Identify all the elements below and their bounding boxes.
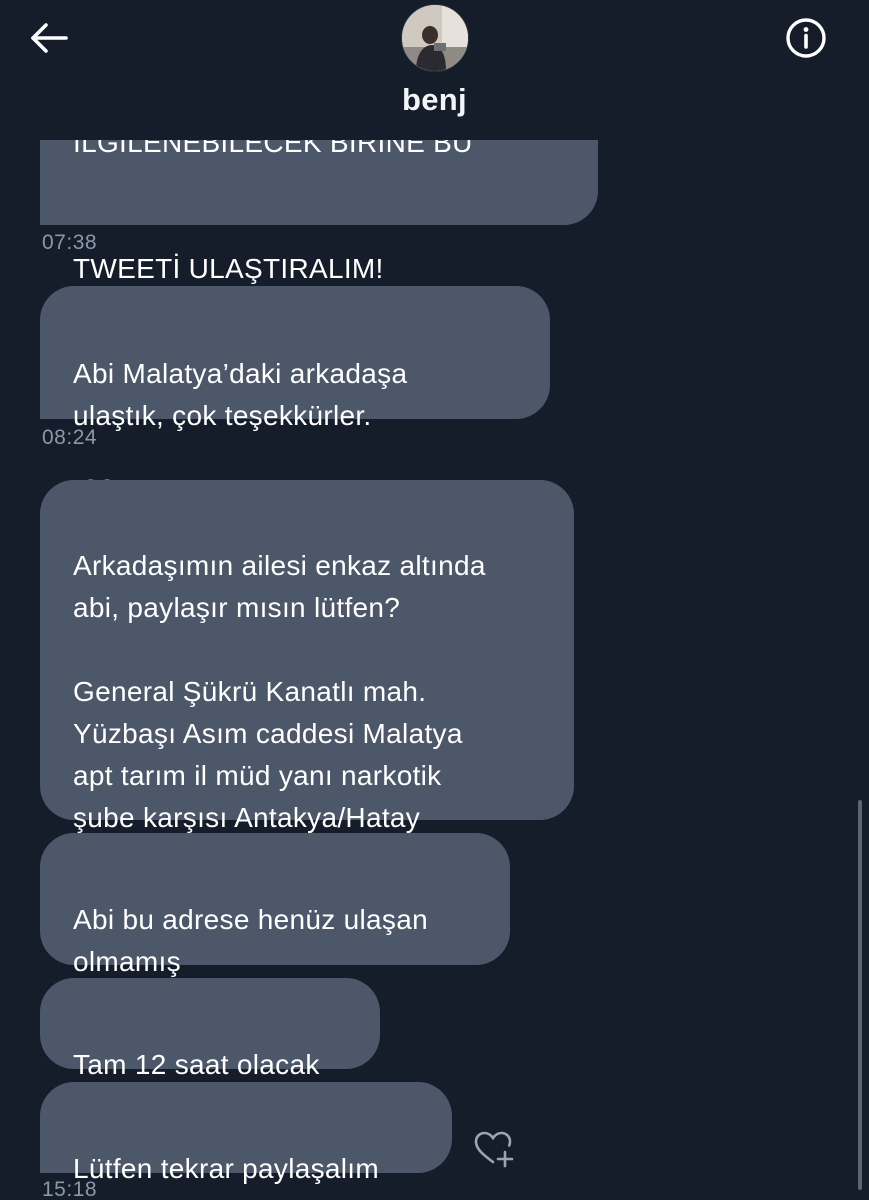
add-reaction-button[interactable]: [470, 1127, 518, 1171]
heart-plus-icon: [474, 1131, 514, 1168]
contact-name[interactable]: benj: [0, 82, 869, 118]
message-text: TWEETİ ULAŞTIRALIM!: [73, 253, 384, 284]
conversation-header: benj: [0, 0, 869, 140]
message-text: Abi Malatya’daki arkadaşa ulaştık, çok t…: [73, 358, 408, 431]
message-timestamp: 08:24: [42, 426, 98, 449]
message-text: Arkadaşımın ailesi enkaz altında abi, pa…: [73, 550, 486, 833]
message-bubble[interactable]: Lütfen tekrar paylaşalım: [40, 1082, 452, 1184]
message-timestamp: 07:38: [42, 231, 98, 254]
message-bubble[interactable]: Abi Malatya’daki arkadaşa ulaştık, çok t…: [40, 286, 550, 603]
message-bubble[interactable]: Arkadaşımın ailesi enkaz altında abi, pa…: [40, 480, 574, 833]
message-text: Tam 12 saat olacak: [73, 1049, 320, 1080]
info-circle-icon: [786, 18, 826, 58]
back-button[interactable]: [26, 16, 72, 60]
avatar[interactable]: [401, 4, 469, 72]
message-timestamp: 15:18: [42, 1178, 98, 1200]
message-bubble[interactable]: Tam 12 saat olacak: [40, 978, 380, 1080]
message-bubble[interactable]: Abi bu adrese henüz ulaşan olmamış: [40, 833, 510, 977]
scrollbar[interactable]: [858, 800, 862, 1190]
message-text: Lütfen tekrar paylaşalım: [73, 1153, 380, 1184]
conversation-info-button[interactable]: [782, 14, 830, 62]
arrow-left-icon: [31, 23, 68, 53]
message-text: Abi bu adrese henüz ulaşan olmamış: [73, 904, 428, 977]
dm-conversation-screen: İLGİLENEBİLECEK BİRİNE BU TWEETİ ULAŞTIR…: [0, 0, 869, 1200]
